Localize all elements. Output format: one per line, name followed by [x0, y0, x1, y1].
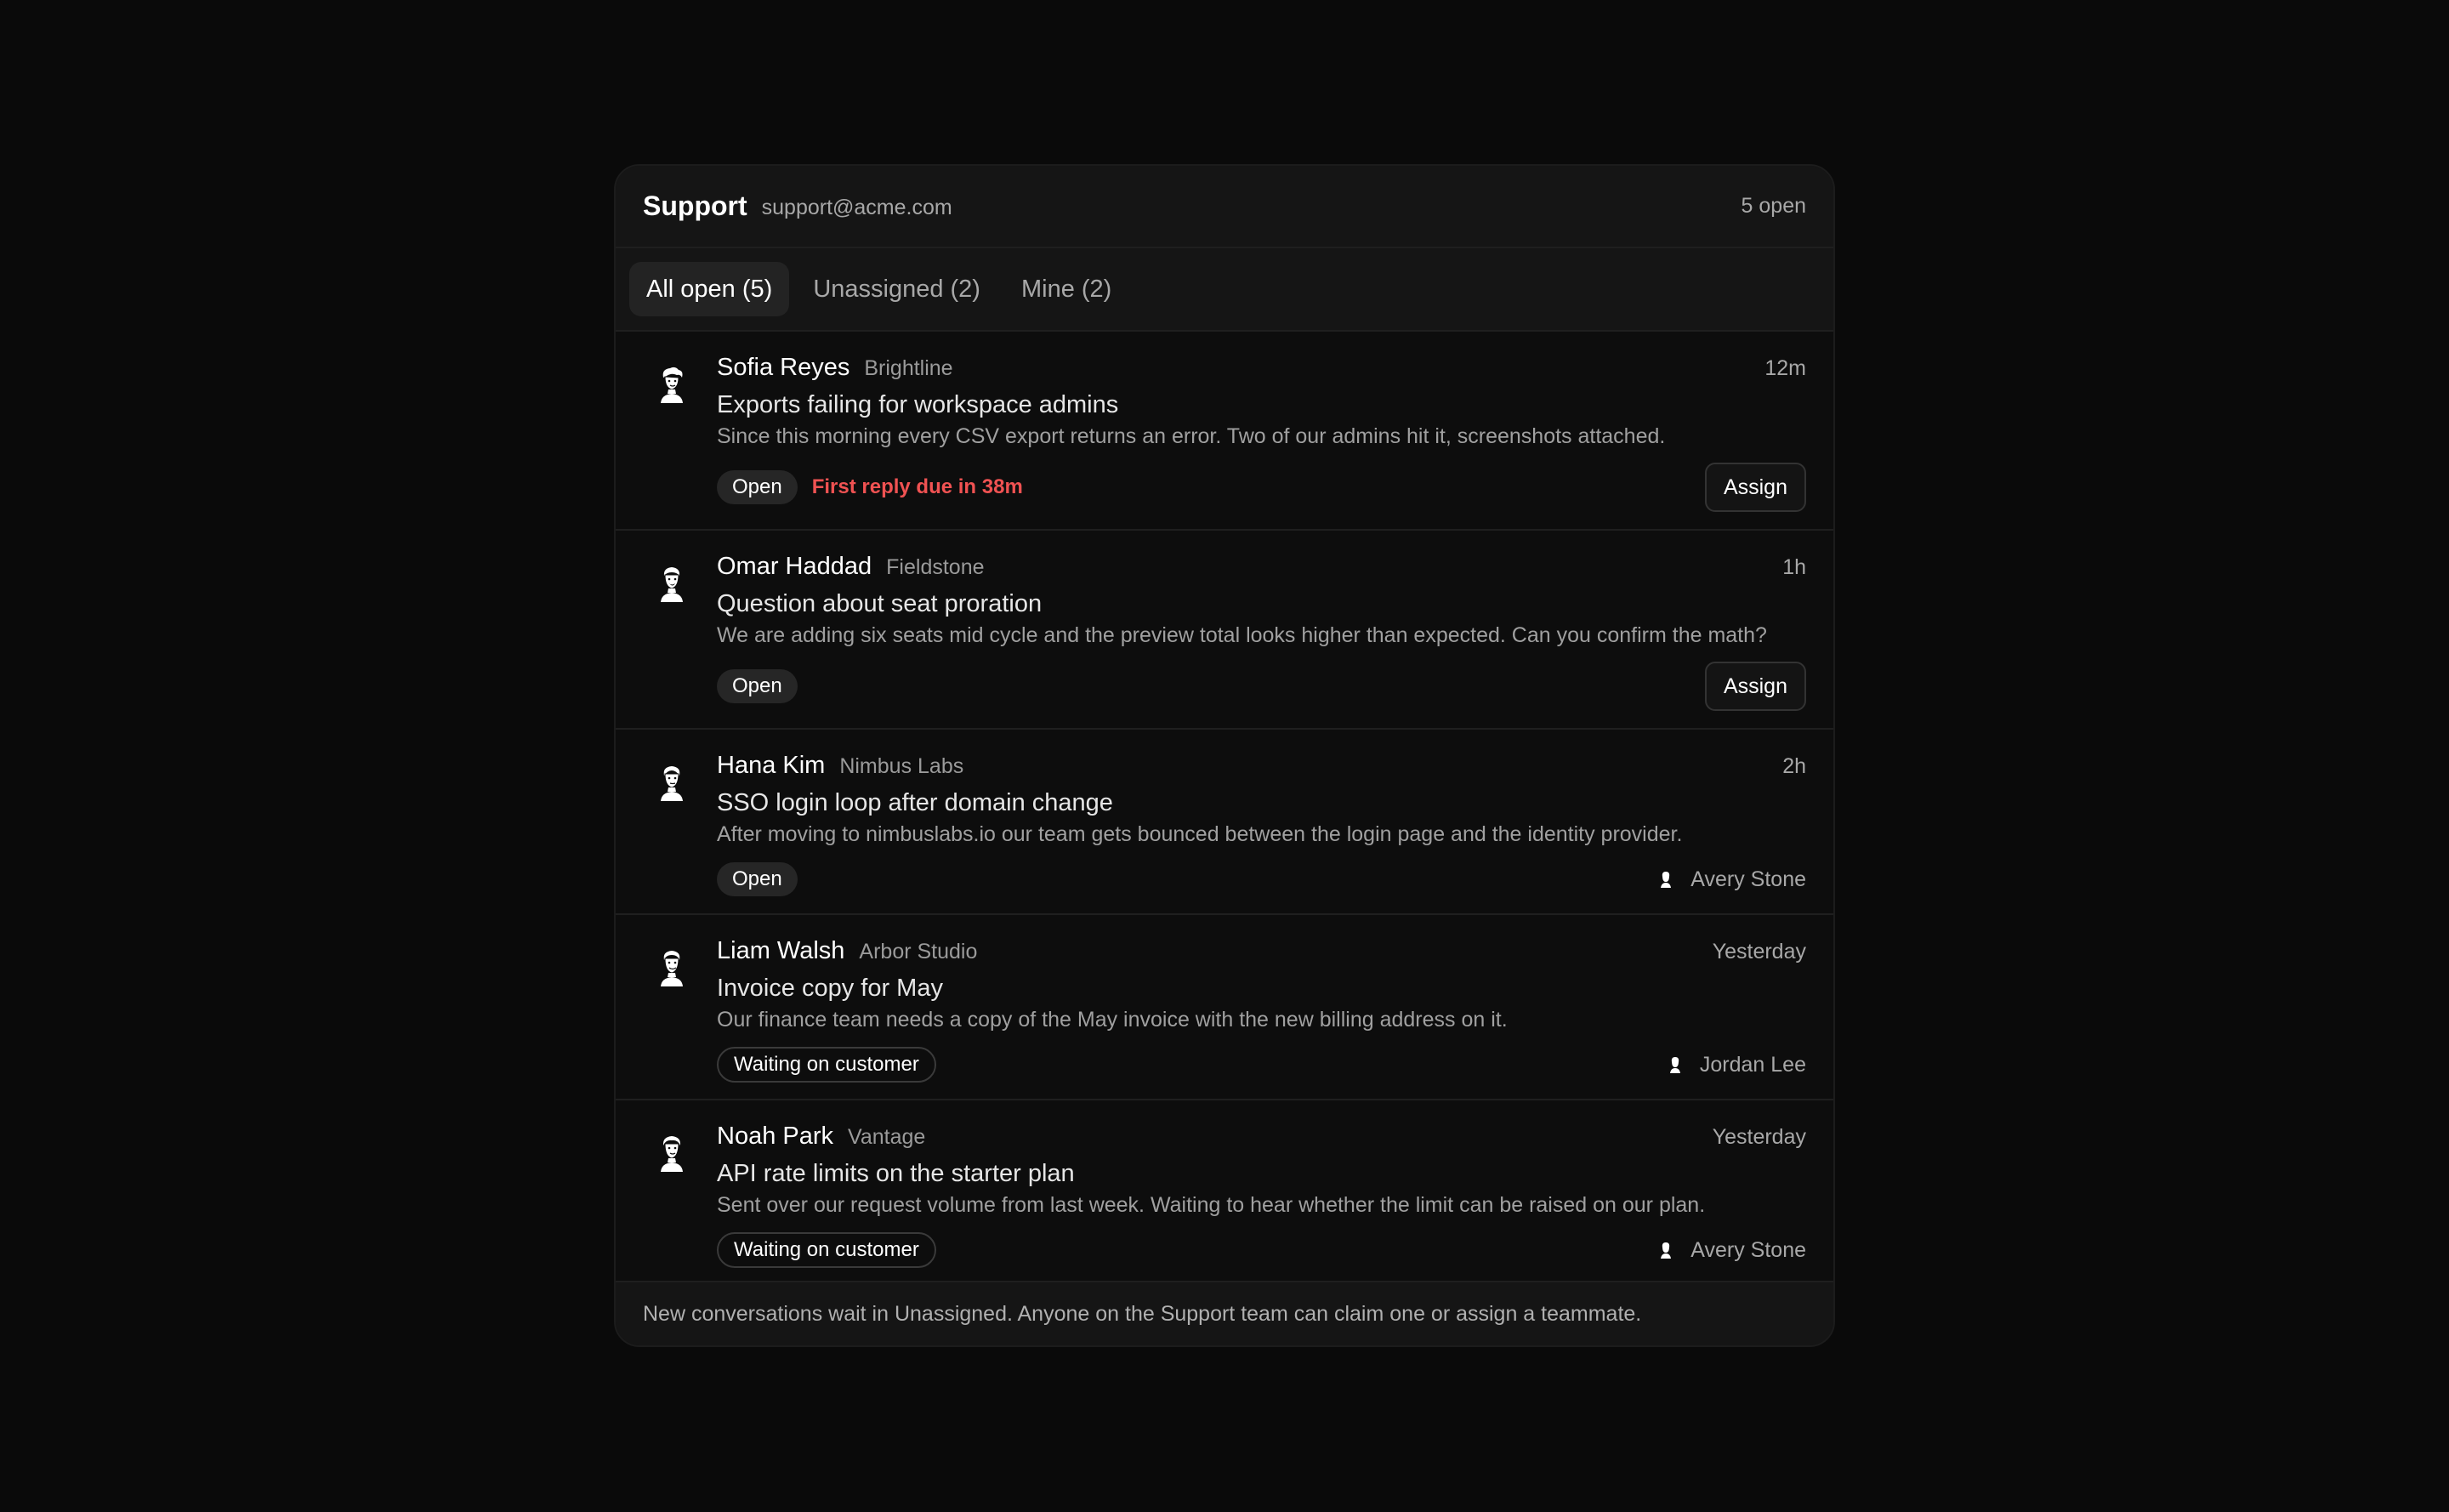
inbox-footer: New conversations wait in Unassigned. An… [616, 1281, 1833, 1345]
conversation-subject: SSO login loop after domain change [717, 789, 1113, 816]
tab-mine[interactable]: Mine (2) [1004, 262, 1128, 316]
avatar-icon [650, 946, 694, 990]
conversation-row[interactable]: Sofia Reyes Brightline 12m Exports faili… [616, 332, 1833, 531]
assignee-name: Avery Stone [1690, 867, 1806, 891]
conversation-time: 1h [1782, 555, 1806, 579]
status-badge: Open [717, 669, 798, 703]
customer-company: Brightline [864, 356, 953, 380]
customer-company: Nimbus Labs [839, 754, 964, 778]
status-badge: Waiting on customer [717, 1047, 936, 1083]
sla-due-text: First reply due in 38m [811, 475, 1023, 498]
customer-name: Noah Park [717, 1123, 834, 1150]
assign-button[interactable]: Assign [1704, 463, 1806, 512]
avatar-icon [650, 362, 694, 406]
assignee-name: Avery Stone [1690, 1237, 1806, 1262]
conversation-time: 2h [1782, 754, 1806, 778]
assign-button[interactable]: Assign [1704, 662, 1806, 711]
footer-text: New conversations wait in Unassigned. An… [643, 1301, 1642, 1326]
conversation-subject: Exports failing for workspace admins [717, 391, 1119, 418]
inbox-email: support@acme.com [761, 196, 952, 219]
avatar-icon [650, 760, 694, 804]
conversation-time: Yesterday [1712, 1125, 1806, 1149]
customer-name: Liam Walsh [717, 937, 845, 964]
filter-tabs: All open (5) Unassigned (2) Mine (2) [616, 248, 1833, 332]
status-badge: Open [717, 862, 798, 896]
inbox-title: Support [643, 190, 747, 221]
customer-company: Fieldstone [886, 555, 985, 579]
conversation-preview: Since this morning every CSV export retu… [717, 424, 1666, 448]
customer-name: Omar Haddad [717, 553, 872, 580]
conversation-row[interactable]: Noah Park Vantage Yesterday API rate lim… [616, 1100, 1833, 1286]
customer-name: Sofia Reyes [717, 354, 850, 381]
assignee-avatar-icon [1666, 1055, 1685, 1074]
conversation-time: 12m [1764, 356, 1806, 380]
avatar-icon [650, 561, 694, 605]
conversation-preview: Our finance team needs a copy of the May… [717, 1008, 1508, 1032]
conversation-time: Yesterday [1712, 940, 1806, 963]
conversation-list: Sofia Reyes Brightline 12m Exports faili… [616, 332, 1833, 1286]
conversation-row[interactable]: Omar Haddad Fieldstone 1h Question about… [616, 531, 1833, 730]
assignee-avatar-icon [1656, 870, 1675, 889]
tab-unassigned[interactable]: Unassigned (2) [796, 262, 997, 316]
customer-company: Arbor Studio [859, 940, 978, 963]
conversation-row[interactable]: Hana Kim Nimbus Labs 2h SSO login loop a… [616, 730, 1833, 915]
open-count: 5 open [1741, 194, 1806, 218]
assignee: Jordan Lee [1666, 1053, 1806, 1077]
conversation-subject: Question about seat proration [717, 590, 1043, 617]
assignee: Avery Stone [1656, 867, 1806, 892]
customer-name: Hana Kim [717, 752, 826, 779]
inbox-header: Support support@acme.com 5 open [616, 166, 1833, 248]
assignee-name: Jordan Lee [1699, 1052, 1806, 1077]
conversation-preview: After moving to nimbuslabs.io our team g… [717, 822, 1683, 846]
conversation-subject: API rate limits on the starter plan [717, 1160, 1075, 1187]
assignee-avatar-icon [1656, 1241, 1675, 1259]
customer-company: Vantage [848, 1125, 926, 1149]
status-badge: Open [717, 470, 798, 504]
avatar-icon [650, 1131, 694, 1175]
conversation-preview: Sent over our request volume from last w… [717, 1193, 1706, 1217]
status-badge: Waiting on customer [717, 1232, 936, 1268]
support-inbox-panel: Support support@acme.com 5 open All open… [614, 164, 1835, 1347]
tab-all-open[interactable]: All open (5) [629, 262, 790, 316]
assignee: Avery Stone [1656, 1238, 1806, 1263]
conversation-row[interactable]: Liam Walsh Arbor Studio Yesterday Invoic… [616, 915, 1833, 1100]
conversation-preview: We are adding six seats mid cycle and th… [717, 623, 1767, 647]
conversation-subject: Invoice copy for May [717, 975, 943, 1002]
